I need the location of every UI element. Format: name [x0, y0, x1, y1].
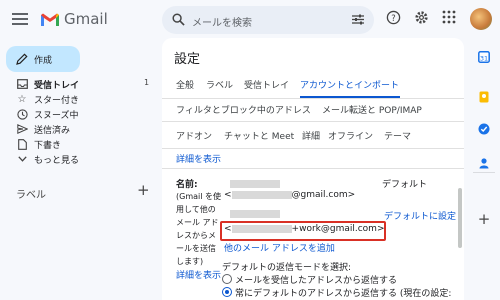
send-icon: [16, 123, 28, 135]
address-prefix: <: [224, 190, 232, 200]
main-menu-button[interactable]: [12, 10, 28, 26]
app-name: Gmail: [64, 10, 108, 28]
redacted-name: [230, 210, 280, 218]
calendar-icon[interactable]: 31: [477, 50, 491, 64]
tab-accounts-import[interactable]: アカウントとインポート: [300, 78, 399, 91]
inbox-icon: [16, 78, 28, 90]
divider: [473, 172, 495, 173]
svg-text:31: 31: [480, 54, 488, 62]
keep-icon[interactable]: [477, 90, 491, 104]
compose-button[interactable]: 作成: [6, 46, 80, 72]
name-label: 名前:: [176, 180, 198, 190]
sidebar-item-drafts[interactable]: 下書き: [16, 137, 61, 151]
divider: [162, 98, 464, 99]
apps-grid-icon[interactable]: [442, 10, 456, 24]
default-badge: デフォルト: [382, 180, 428, 190]
sidebar-item-label: 下書き: [34, 140, 62, 151]
tab-general[interactable]: 全般: [176, 78, 194, 91]
labels-heading: ラベル: [16, 190, 46, 201]
search-icon[interactable]: [172, 13, 185, 26]
tab-labels[interactable]: ラベル: [206, 78, 233, 91]
make-default-link[interactable]: デフォルトに設定: [384, 209, 456, 222]
name-description-line: ールを送信: [176, 244, 216, 253]
get-addons-plus-icon[interactable]: +: [477, 210, 491, 228]
reply-option-label: 常にデフォルトのアドレスから返信する (現在の設定:: [235, 289, 452, 299]
tab-chat-meet[interactable]: チャットと Meet: [224, 129, 294, 142]
sidebar-item-more[interactable]: もっと見る: [16, 152, 79, 166]
settings-gear-icon[interactable]: [414, 10, 429, 25]
sender-address: < @gmail.com>: [224, 190, 355, 200]
chevron-down-icon: [16, 153, 28, 165]
tab-addons[interactable]: アドオン: [176, 129, 212, 142]
sidebar-item-inbox[interactable]: 受信トレイ: [16, 77, 79, 91]
sidebar-item-sent[interactable]: 送信済み: [16, 122, 70, 136]
help-icon[interactable]: ?: [386, 10, 401, 25]
inbox-unread-count: 1: [144, 78, 150, 87]
divider: [162, 168, 464, 169]
clock-icon: [16, 108, 28, 120]
redacted-address: [231, 190, 292, 199]
compose-label: 作成: [34, 55, 53, 66]
gmail-m-icon: [41, 13, 59, 26]
tab-forwarding-pop-imap[interactable]: メール転送と POP/IMAP: [322, 103, 422, 116]
add-label-button[interactable]: +: [137, 181, 150, 199]
show-details-link[interactable]: 詳細を表示: [176, 268, 221, 281]
gmail-logo[interactable]: Gmail: [40, 10, 108, 28]
sidebar-item-label: もっと見る: [34, 155, 80, 166]
address-suffix: @gmail.com>: [291, 190, 356, 200]
name-description-line: レスからメ: [176, 231, 216, 240]
tab-advanced[interactable]: 詳細: [302, 129, 320, 142]
search-input[interactable]: メールを検索: [192, 14, 252, 29]
sidebar-item-starred[interactable]: ☆ スター付き: [16, 92, 80, 106]
add-email-address-link[interactable]: 他のメール アドレスを追加: [224, 241, 335, 254]
tab-offline[interactable]: オフライン: [328, 129, 373, 142]
avatar[interactable]: [470, 8, 492, 30]
sidebar-item-label: 受信トレイ: [34, 80, 80, 91]
divider: [162, 121, 464, 122]
redacted-name: [230, 180, 280, 188]
svg-text:?: ?: [391, 13, 395, 23]
show-details-link[interactable]: 詳細を表示: [176, 152, 221, 165]
sidebar-item-label: 送信済み: [34, 125, 71, 136]
reply-mode-heading: デフォルトの返信モードを選択:: [222, 263, 352, 273]
sidebar-item-label: スヌーズ中: [34, 110, 79, 121]
contacts-icon[interactable]: [477, 156, 491, 170]
page-title: 設定: [174, 52, 201, 67]
search-bar[interactable]: メールを検索: [162, 6, 374, 34]
search-options-icon[interactable]: [352, 14, 364, 25]
highlight-box: [220, 221, 386, 241]
reply-from-received-radio[interactable]: [222, 274, 232, 284]
divider: [162, 148, 464, 149]
sidebar-item-label: スター付き: [34, 95, 80, 106]
name-description-line: (Gmail を使: [176, 192, 222, 201]
reply-from-default-radio[interactable]: [222, 287, 232, 297]
tab-inbox[interactable]: 受信トレイ: [244, 78, 289, 91]
name-description-line: 用して他の: [176, 205, 216, 214]
tasks-icon[interactable]: [477, 122, 491, 136]
tab-themes[interactable]: テーマ: [384, 129, 411, 142]
scrollbar[interactable]: [458, 188, 462, 248]
sidebar-item-snoozed[interactable]: スヌーズ中: [16, 107, 79, 121]
draft-icon: [16, 138, 28, 150]
settings-panel: 設定 全般 ラベル 受信トレイ アカウントとインポート フィルタとブロック中のア…: [162, 38, 464, 300]
reply-option-label: メールを受信したアドレスから返信する: [235, 276, 398, 286]
name-description-line: します): [176, 257, 204, 266]
pencil-icon: [16, 53, 28, 65]
name-description-line: メール アド: [176, 218, 219, 227]
tab-filters[interactable]: フィルタとブロック中のアドレス: [176, 103, 311, 116]
star-icon: ☆: [17, 93, 27, 105]
